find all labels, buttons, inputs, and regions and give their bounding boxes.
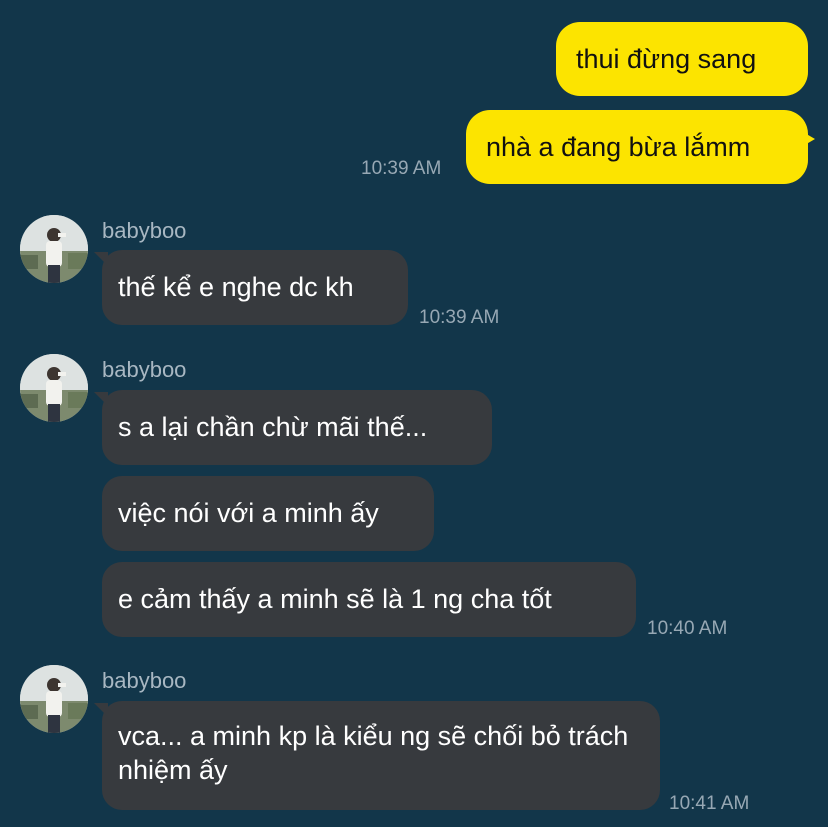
avatar-photo-icon <box>20 665 88 733</box>
message-timestamp: 10:40 AM <box>647 618 728 639</box>
sender-name: babyboo <box>102 357 187 382</box>
incoming-message-bubble[interactable]: việc nói với a minh ấy <box>102 476 434 551</box>
message-text: thui đừng sang <box>576 44 757 74</box>
sender-name: babyboo <box>102 218 187 243</box>
incoming-message-bubble[interactable]: e cảm thấy a minh sẽ là 1 ng cha tốt <box>102 562 636 637</box>
contact-avatar[interactable] <box>20 354 88 422</box>
message-text: s a lại chần chừ mãi thế... <box>118 412 428 442</box>
message-text: e cảm thấy a minh sẽ là 1 ng cha tốt <box>118 584 552 614</box>
incoming-message-bubble[interactable]: s a lại chần chừ mãi thế... <box>94 390 492 465</box>
message-text: nhà a đang bừa lắmm <box>486 132 751 162</box>
message-text: thế kể e nghe dc kh <box>118 272 354 302</box>
message-timestamp: 10:39 AM <box>361 158 442 179</box>
message-timestamp: 10:39 AM <box>419 307 500 328</box>
contact-avatar[interactable] <box>20 215 88 283</box>
outgoing-message-bubble[interactable]: nhà a đang bừa lắmm <box>466 110 815 184</box>
sender-name: babyboo <box>102 668 187 693</box>
incoming-message-bubble[interactable]: thế kể e nghe dc kh <box>94 250 408 325</box>
avatar-photo-icon <box>20 354 88 422</box>
incoming-message-bubble[interactable]: vca... a minh kp là kiểu ng sẽ chối bỏ t… <box>94 701 660 810</box>
outgoing-message-bubble[interactable]: thui đừng sang <box>556 22 808 96</box>
message-text: việc nói với a minh ấy <box>118 498 379 528</box>
contact-avatar[interactable] <box>20 665 88 733</box>
avatar-photo-icon <box>20 215 88 283</box>
message-timestamp: 10:41 AM <box>669 793 750 814</box>
message-text: vca... a minh kp là kiểu ng sẽ chối bỏ t… <box>118 721 629 785</box>
